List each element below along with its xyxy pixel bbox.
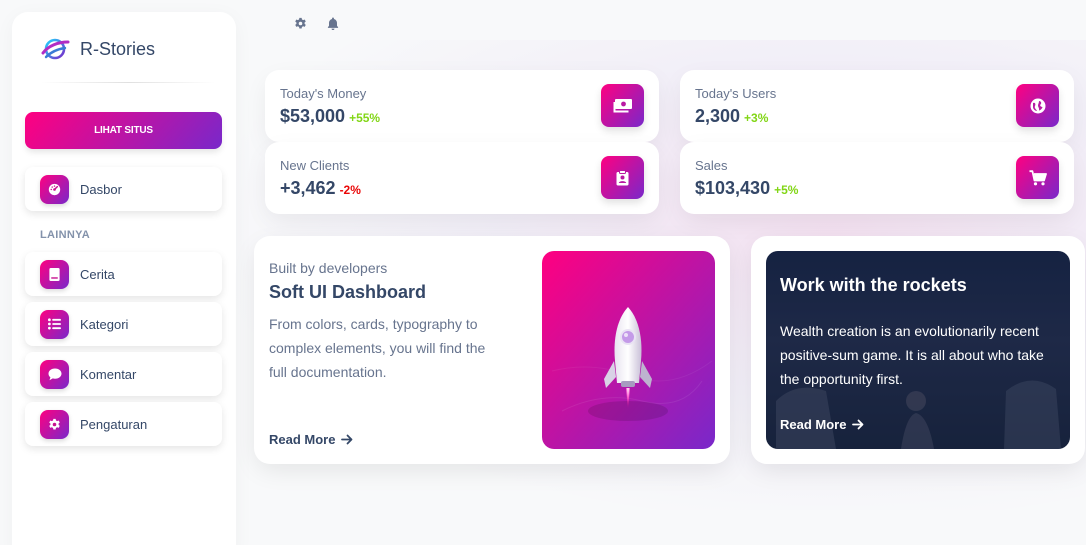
rocket-icon xyxy=(551,307,713,421)
stat-label: Today's Users xyxy=(695,86,777,101)
clipboard-icon xyxy=(601,156,644,199)
gauge-icon xyxy=(40,174,69,204)
read-more-label: Read More xyxy=(269,432,336,447)
book-icon xyxy=(40,259,69,289)
stat-label: Today's Money xyxy=(280,86,367,101)
view-site-button[interactable]: LIHAT SITUS xyxy=(25,112,222,149)
sidebar-item-label: Dasbor xyxy=(80,181,122,197)
sidebar-item-cerita[interactable]: Cerita xyxy=(25,252,222,296)
card-text: From colors, cards, typography to comple… xyxy=(269,316,486,380)
stat-value: 2,300 +3% xyxy=(695,106,768,127)
sidebar-item-pengaturan[interactable]: Pengaturan xyxy=(25,402,222,446)
stat-change: +5% xyxy=(774,183,799,197)
sidebar-item-label: Kategori xyxy=(80,316,129,332)
arrow-right-icon xyxy=(341,434,353,445)
sidebar: R-Stories LIHAT SITUS Dasbor LAINNYA Cer… xyxy=(12,12,236,545)
sidebar-item-label: Pengaturan xyxy=(80,416,148,432)
brand-name: R-Stories xyxy=(80,38,156,59)
sidebar-item-kategori[interactable]: Kategori xyxy=(25,302,222,346)
divider xyxy=(40,82,216,83)
stat-number: 2,300 xyxy=(695,106,741,126)
rockets-card: Work with the rockets Wealth creation is… xyxy=(751,236,1085,464)
money-icon xyxy=(601,84,644,127)
stat-change: +3% xyxy=(744,111,769,125)
stat-label: Sales xyxy=(695,158,728,173)
rockets-image-panel: Work with the rockets Wealth creation is… xyxy=(766,251,1070,449)
stat-card-sales: Sales $103,430 +5% xyxy=(680,142,1074,214)
stat-value: $103,430 +5% xyxy=(695,178,798,199)
logo-icon xyxy=(41,38,70,60)
sidebar-item-dasbor[interactable]: Dasbor xyxy=(25,167,222,211)
rocket-illustration xyxy=(542,251,715,449)
stat-change: -2% xyxy=(339,183,361,197)
read-more-label: Read More xyxy=(780,417,847,432)
sidebar-item-komentar[interactable]: Komentar xyxy=(25,352,222,396)
card-title: Soft UI Dashboard xyxy=(269,282,427,302)
stat-change: +55% xyxy=(349,111,381,125)
stat-card-users: Today's Users 2,300 +3% xyxy=(680,70,1074,142)
card-title: Work with the rockets xyxy=(780,275,967,295)
list-icon xyxy=(40,309,69,339)
brand[interactable]: R-Stories xyxy=(40,36,155,62)
stat-number: +3,462 xyxy=(280,178,336,198)
cart-icon xyxy=(1016,156,1059,199)
stat-card-money: Today's Money $53,000 +55% xyxy=(265,70,659,142)
stat-card-clients: New Clients +3,462 -2% xyxy=(265,142,659,214)
gear-icon xyxy=(40,409,69,439)
gear-icon[interactable] xyxy=(292,15,308,31)
stat-number: $53,000 xyxy=(280,106,346,126)
stat-value: $53,000 +55% xyxy=(280,106,380,127)
arrow-right-icon xyxy=(852,419,864,430)
comment-icon xyxy=(40,359,69,389)
promo-card: Built by developers Soft UI Dashboard Fr… xyxy=(254,236,730,464)
stat-value: +3,462 -2% xyxy=(280,178,361,199)
read-more-link[interactable]: Read More xyxy=(780,417,864,432)
bell-icon[interactable] xyxy=(325,15,341,31)
read-more-link[interactable]: Read More xyxy=(269,432,353,447)
card-text: Wealth creation is an evolutionarily rec… xyxy=(780,323,1044,387)
stat-label: New Clients xyxy=(280,158,350,173)
sidebar-item-label: Cerita xyxy=(80,266,115,282)
stat-number: $103,430 xyxy=(695,178,771,198)
card-eyebrow: Built by developers xyxy=(269,260,388,276)
globe-icon xyxy=(1016,84,1059,127)
sidebar-item-label: Komentar xyxy=(80,366,137,382)
section-title: LAINNYA xyxy=(40,229,90,241)
